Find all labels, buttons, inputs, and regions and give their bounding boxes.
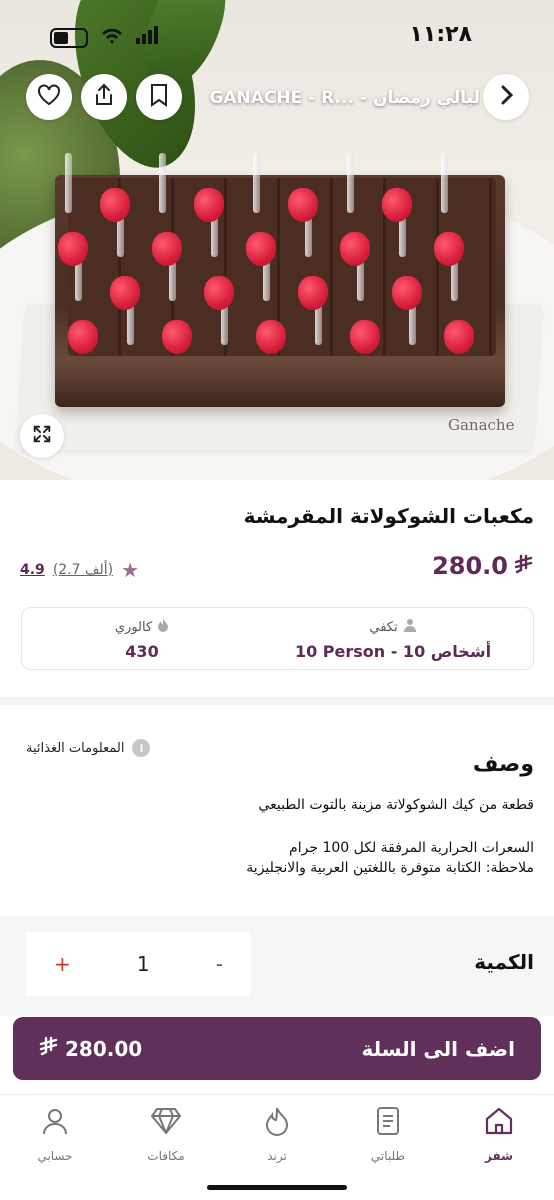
bookmark-button[interactable] (136, 74, 182, 120)
tab-label: طلباتي (370, 1149, 406, 1163)
berry-decoration (110, 276, 140, 310)
berry-decoration (434, 232, 464, 266)
status-time: ١١:٢٨ (409, 22, 472, 47)
quantity-label: الكمية (474, 950, 534, 974)
description-line: السعرات الحرارية المرفقة لكل 100 جرام (289, 840, 534, 856)
wifi-icon (100, 26, 124, 50)
calories-value: 430 (125, 642, 159, 661)
product-title: مكعبات الشوكولاتة المقرمشة (243, 504, 534, 528)
product-image[interactable]: Ganache (0, 0, 554, 480)
pipette-decoration (441, 153, 448, 213)
battery-icon (50, 28, 88, 48)
berry-decoration (194, 188, 224, 222)
berry-decoration (246, 232, 276, 266)
heart-icon (37, 84, 61, 110)
berry-decoration (68, 320, 98, 354)
increase-quantity-button[interactable]: + (54, 952, 71, 976)
tab-home[interactable]: شفز (454, 1105, 544, 1163)
calories-label: كالوري (114, 619, 153, 635)
berry-decoration (162, 320, 192, 354)
person-icon (403, 618, 417, 636)
pipette-decoration (347, 153, 354, 213)
tab-label: مكافات (147, 1149, 185, 1163)
pipette-decoration (253, 153, 260, 213)
berry-decoration (288, 188, 318, 222)
tab-label: شفز (485, 1149, 513, 1163)
tab-rewards[interactable]: مكافات (121, 1105, 211, 1163)
riyal-icon (514, 552, 534, 580)
nutrition-info-label: المعلومات الغذائية (26, 740, 125, 756)
berry-decoration (256, 320, 286, 354)
chevron-right-icon (496, 84, 516, 110)
product-price-value: 280.0 (432, 552, 508, 580)
product-attributes: تكفي 10 Person - 10 أشخاص كالوري 430 (21, 607, 534, 670)
share-icon (93, 83, 115, 111)
signal-icon (136, 26, 162, 50)
description-heading: وصف (472, 752, 534, 777)
expand-icon (31, 423, 53, 449)
description-line: قطعة من كيك الشوكولاتة مزينة بالتوت الطب… (258, 797, 534, 813)
riyal-icon (39, 1036, 59, 1061)
product-header-title: GANACHE - R... - ليالي رمضان (209, 88, 480, 108)
share-button[interactable] (81, 74, 127, 120)
status-bar: ١١:٢٨ (0, 20, 554, 56)
quantity-value: 1 (136, 952, 150, 976)
add-to-cart-button[interactable]: 280.00 اضف الى السلة (13, 1017, 541, 1080)
diamond-icon (121, 1105, 211, 1137)
bottom-tab-bar: حسابي مكافات ترند طلباتي شفز (0, 1094, 554, 1200)
tab-orders[interactable]: طلباتي (343, 1105, 433, 1163)
orders-icon (343, 1105, 433, 1137)
berry-decoration (392, 276, 422, 310)
bookmark-icon (149, 83, 169, 111)
berry-decoration (100, 188, 130, 222)
berry-decoration (298, 276, 328, 310)
tab-label: ترند (267, 1149, 287, 1163)
berry-decoration (58, 232, 88, 266)
serves-value: 10 Person - 10 أشخاص (294, 642, 492, 661)
rating-count: (2.7 ألف) (52, 562, 114, 578)
add-to-cart-label: اضف الى السلة (361, 1036, 515, 1061)
price-row: 280.0 4.9 (2.7 ألف) ★ (20, 552, 534, 582)
calories-attribute: كالوري 430 (102, 618, 182, 661)
tab-label: حسابي (37, 1149, 73, 1163)
section-divider (0, 697, 554, 705)
quantity-stepper: + 1 - (26, 932, 251, 996)
rating-value: 4.9 (20, 562, 45, 578)
flame-icon (157, 618, 169, 636)
product-rating[interactable]: 4.9 (2.7 ألف) ★ (20, 558, 139, 582)
berry-decoration (444, 320, 474, 354)
user-icon (10, 1105, 100, 1137)
pipette-decoration (65, 153, 72, 213)
home-indicator (207, 1185, 347, 1190)
info-icon: i (132, 739, 151, 757)
cart-amount: 280.00 (39, 1036, 142, 1061)
decrease-quantity-button[interactable]: - (216, 952, 223, 976)
berry-decoration (152, 232, 182, 266)
berry-decoration (340, 232, 370, 266)
description-line: ملاحظة: الكتابة متوفرة باللغتين العربية … (246, 860, 534, 876)
tab-trend[interactable]: ترند (232, 1105, 322, 1163)
serves-attribute: تكفي 10 Person - 10 أشخاص (293, 618, 493, 661)
tab-account[interactable]: حسابي (10, 1105, 100, 1163)
cart-amount-value: 280.00 (65, 1036, 143, 1061)
expand-button[interactable] (20, 414, 64, 458)
berry-decoration (382, 188, 412, 222)
brand-watermark: Ganache (448, 416, 515, 434)
berry-decoration (204, 276, 234, 310)
flame-icon (232, 1105, 322, 1137)
serves-label: تكفي (369, 619, 398, 635)
star-icon: ★ (121, 558, 140, 582)
berry-decoration (350, 320, 380, 354)
product-price: 280.0 (432, 552, 534, 580)
back-button[interactable] (483, 74, 529, 120)
favorite-button[interactable] (26, 74, 72, 120)
pipette-decoration (159, 153, 166, 213)
nutrition-info-link[interactable]: المعلومات الغذائية i (26, 739, 151, 757)
home-icon (454, 1105, 544, 1137)
